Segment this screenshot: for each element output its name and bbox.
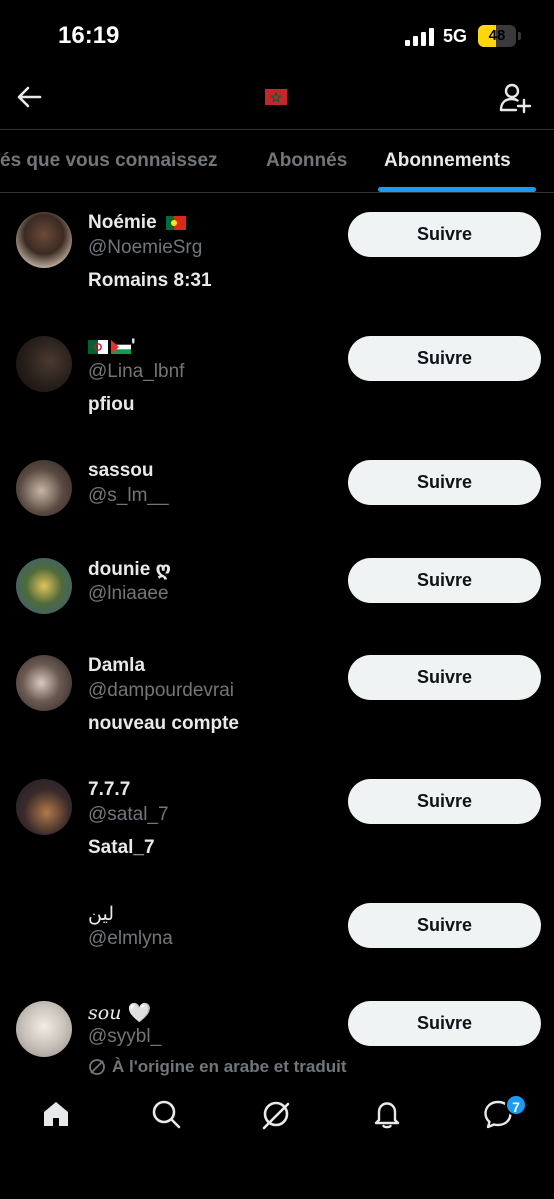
user-name: 𝑠𝑜𝑢 🤍 [88, 1002, 152, 1024]
bottom-nav: 7 [0, 1082, 554, 1199]
palestine-flag-icon [111, 339, 131, 354]
back-arrow-icon[interactable] [14, 82, 44, 112]
notifications-icon[interactable] [371, 1098, 403, 1130]
user-handle: @satal_7 [88, 804, 169, 825]
follow-button[interactable]: Suivre [348, 1001, 541, 1046]
battery-icon: 48 [478, 25, 516, 47]
follow-button[interactable]: Suivre [348, 558, 541, 603]
morocco-flag-icon [265, 89, 287, 105]
translation-note: À l'origine en arabe et traduit [88, 1057, 347, 1077]
user-bio: Satal_7 [88, 837, 155, 858]
follow-button[interactable]: Suivre [348, 460, 541, 505]
user-bio: Romains 8:31 [88, 270, 212, 291]
user-bio: nouveau compte [88, 713, 239, 734]
user-handle: @lniaaee [88, 583, 169, 604]
user-name: Noémie [88, 212, 186, 234]
user-handle: @Lina_lbnf [88, 361, 185, 382]
avatar[interactable] [16, 903, 72, 959]
header [0, 72, 554, 130]
user-handle: @dampourdevrai [88, 680, 235, 701]
signal-icon [405, 28, 435, 46]
user-name: Damla [88, 655, 146, 676]
grok-icon [89, 1059, 105, 1075]
user-bio: pfiou [88, 394, 135, 415]
user-handle: @syybl_ [88, 1026, 162, 1047]
grok-icon[interactable] [260, 1098, 292, 1130]
status-bar: 16:19 5G 48 [0, 0, 554, 72]
algeria-flag-icon [88, 339, 108, 354]
avatar[interactable] [16, 558, 72, 614]
network-label: 5G [443, 26, 468, 46]
user-handle: @s_lm__ [88, 485, 169, 506]
avatar[interactable] [16, 212, 72, 268]
follow-button[interactable]: Suivre [348, 655, 541, 700]
user-handle: @NoemieSrg [88, 237, 203, 258]
avatar[interactable] [16, 1001, 72, 1057]
add-user-icon[interactable] [496, 80, 532, 116]
avatar[interactable] [16, 460, 72, 516]
battery-nub [518, 32, 521, 40]
status-time: 16:19 [58, 22, 120, 49]
user-name: dounie ღ [88, 559, 172, 580]
follow-button[interactable]: Suivre [348, 779, 541, 824]
follow-button[interactable]: Suivre [348, 903, 541, 948]
search-icon[interactable] [150, 1098, 182, 1130]
user-name: 7.7.7 [88, 779, 131, 800]
tab-followers[interactable]: Abonnés [266, 150, 347, 172]
home-icon[interactable] [40, 1098, 72, 1130]
avatar[interactable] [16, 655, 72, 711]
user-handle: @elmlyna [88, 928, 173, 949]
battery-level: 48 [488, 27, 506, 44]
portugal-flag-icon [165, 215, 186, 230]
user-name: ' [88, 336, 136, 358]
messages-badge: 7 [505, 1094, 527, 1116]
follow-button[interactable]: Suivre [348, 212, 541, 257]
tab-following[interactable]: Abonnements [384, 150, 511, 172]
follow-button[interactable]: Suivre [348, 336, 541, 381]
user-name: ﻟﻴﻦ [88, 903, 114, 925]
avatar[interactable] [16, 336, 72, 392]
tab-bar: és que vous connaissez Abonnés Abonnemen… [0, 130, 554, 193]
tab-followers-you-know[interactable]: és que vous connaissez [0, 150, 218, 172]
active-tab-indicator [378, 187, 536, 192]
user-name: sassou [88, 460, 154, 481]
avatar[interactable] [16, 779, 72, 835]
